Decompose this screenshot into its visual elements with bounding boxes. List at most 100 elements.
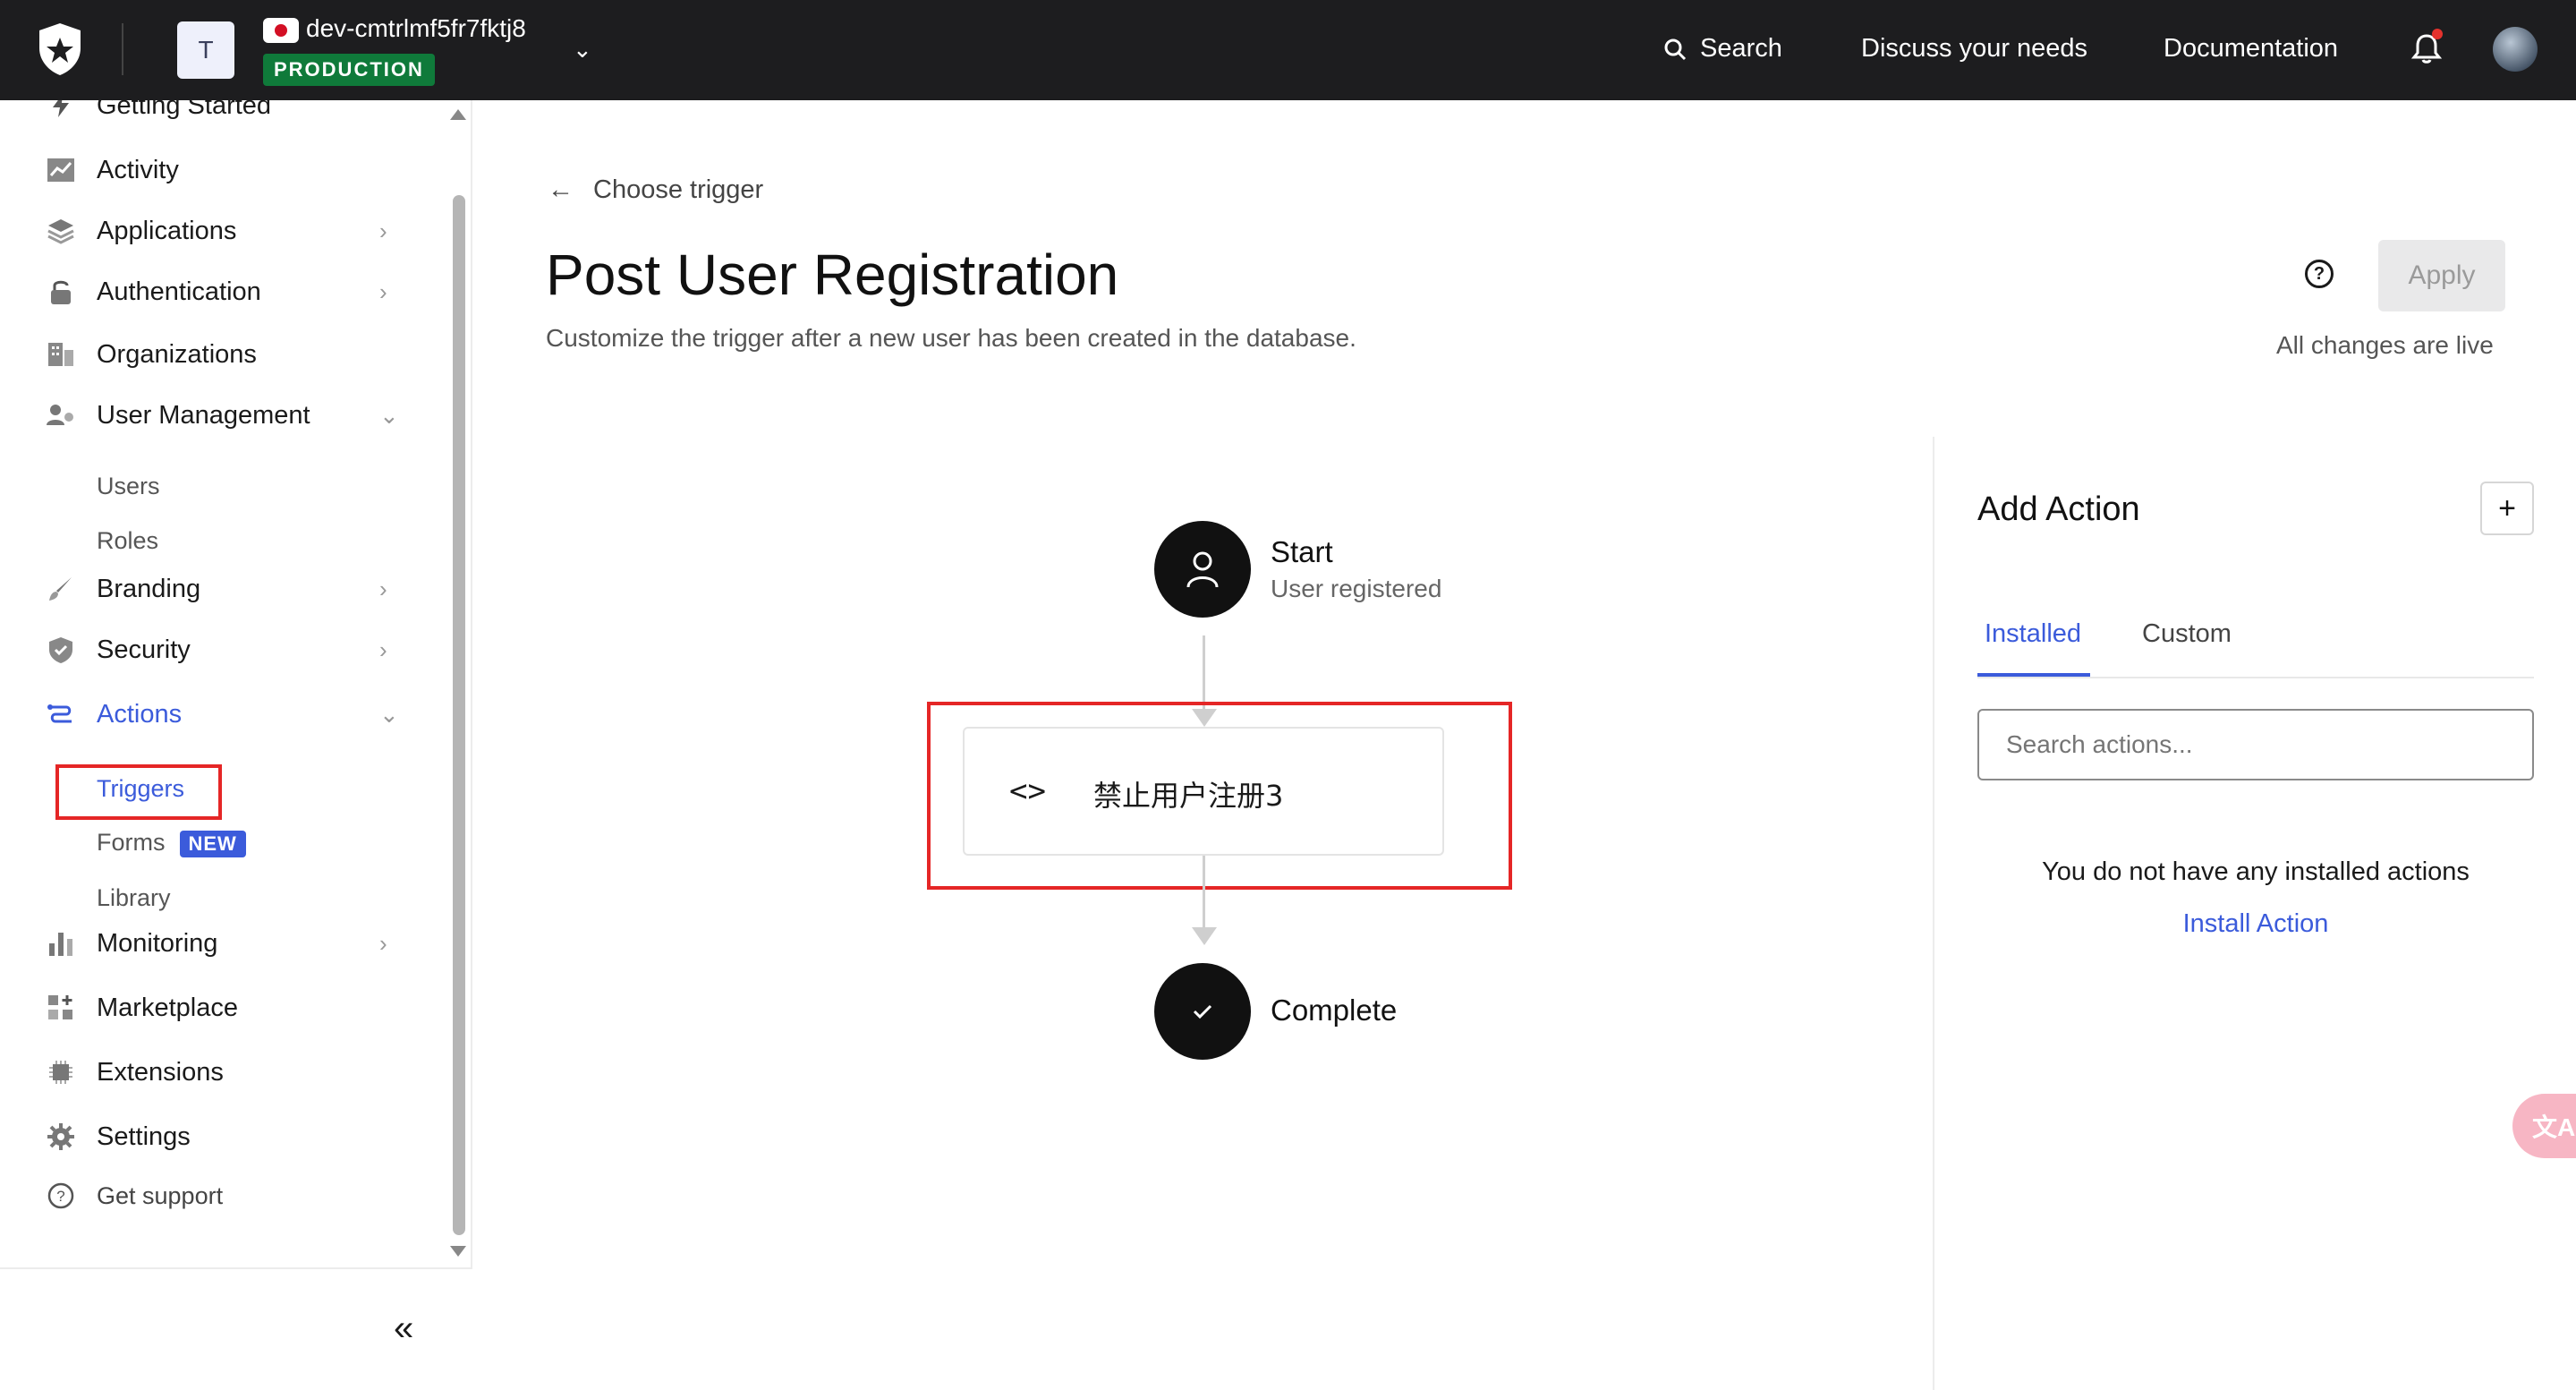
page-subtitle: Customize the trigger after a new user h… xyxy=(546,324,1356,352)
user-avatar[interactable] xyxy=(2493,27,2538,72)
shield-icon xyxy=(43,632,79,668)
translate-icon[interactable]: 文A xyxy=(2512,1094,2576,1158)
sidebar-item-monitoring[interactable]: Monitoring › xyxy=(0,917,447,970)
triggers-highlight-box xyxy=(55,764,222,820)
top-bar: T dev-cmtrlmf5fr7fktj8 PRODUCTION ⌄ Sear… xyxy=(0,0,2576,100)
documentation-link[interactable]: Documentation xyxy=(2164,34,2338,64)
search-icon xyxy=(1664,38,1687,60)
sidebar-item-branding[interactable]: Branding › xyxy=(0,562,447,616)
check-icon xyxy=(1193,1004,1212,1019)
sidebar-item-actions[interactable]: Actions ⌄ xyxy=(0,687,447,741)
discuss-needs-link[interactable]: Discuss your needs xyxy=(1861,34,2087,64)
start-node xyxy=(1154,521,1251,618)
sidebar-item-label: User Management xyxy=(97,400,310,430)
start-title: Start xyxy=(1271,535,1333,568)
action-highlight-box xyxy=(927,702,1512,890)
bolt-icon xyxy=(43,100,79,124)
help-icon: ? xyxy=(43,1178,79,1214)
install-action-link[interactable]: Install Action xyxy=(1977,909,2534,939)
search-label: Search xyxy=(1700,34,1782,63)
add-action-button[interactable]: + xyxy=(2480,482,2534,535)
tenant-flag-icon xyxy=(263,18,299,43)
auth0-logo-icon[interactable] xyxy=(36,21,84,77)
sidebar-subitem-roles[interactable]: Roles xyxy=(97,527,158,555)
complete-title: Complete xyxy=(1271,993,1398,1027)
back-to-choose-trigger-link[interactable]: ← Choose trigger xyxy=(548,175,763,205)
changes-status-text: All changes are live xyxy=(2276,331,2494,359)
user-icon xyxy=(1186,551,1219,588)
forms-label: Forms xyxy=(97,829,166,856)
sidebar-item-user-management[interactable]: User Management ⌄ xyxy=(0,388,447,442)
sidebar-item-label: Get support xyxy=(97,1181,224,1209)
sidebar-subitem-forms[interactable]: Forms NEW xyxy=(97,829,246,857)
tab-installed[interactable]: Installed xyxy=(1985,619,2081,649)
flow-arrow-icon xyxy=(1192,927,1217,945)
arrow-left-icon: ← xyxy=(548,175,574,204)
sidebar-item-extensions[interactable]: Extensions xyxy=(0,1045,447,1099)
sidebar-item-label: Extensions xyxy=(97,1057,224,1087)
chevron-right-icon: › xyxy=(379,277,387,305)
sidebar-item-organizations[interactable]: Organizations xyxy=(0,328,447,381)
tabs-divider xyxy=(1977,677,2534,678)
layers-icon xyxy=(43,213,79,249)
sidebar-item-activity[interactable]: Activity xyxy=(0,143,447,197)
brush-icon xyxy=(43,571,79,607)
sidebar-item-label: Settings xyxy=(97,1121,191,1151)
scrollbar-thumb[interactable] xyxy=(453,195,465,1235)
chevron-down-icon: ⌄ xyxy=(379,401,399,429)
sidebar-subitem-users[interactable]: Users xyxy=(97,473,160,500)
scroll-up-arrow-icon[interactable] xyxy=(450,109,466,120)
plus-icon: + xyxy=(2498,490,2516,525)
empty-state-text: You do not have any installed actions xyxy=(2042,857,2470,886)
sidebar-item-label: Organizations xyxy=(97,339,257,369)
grid-plus-icon xyxy=(43,990,79,1026)
complete-node xyxy=(1154,963,1251,1060)
apply-button[interactable]: Apply xyxy=(2378,240,2505,311)
start-subtitle: User registered xyxy=(1271,575,1442,602)
active-tab-indicator xyxy=(1977,673,2090,677)
svg-text:?: ? xyxy=(56,1188,64,1205)
search-button[interactable]: Search xyxy=(1662,34,1782,64)
sidebar-item-marketplace[interactable]: Marketplace xyxy=(0,981,447,1035)
tenant-avatar[interactable]: T xyxy=(177,21,234,79)
sidebar-item-applications[interactable]: Applications › xyxy=(0,204,447,258)
notification-dot xyxy=(2432,29,2443,39)
sidebar-subitem-library[interactable]: Library xyxy=(97,884,171,912)
chevron-right-icon: › xyxy=(379,575,387,602)
chevron-right-icon: › xyxy=(379,635,387,663)
sidebar-item-label: Authentication xyxy=(97,277,261,306)
chevron-right-icon: › xyxy=(379,929,387,957)
collapse-sidebar-icon[interactable]: « xyxy=(394,1309,413,1349)
activity-icon xyxy=(43,152,79,188)
chevron-down-icon: ⌄ xyxy=(379,700,399,728)
search-actions-input[interactable] xyxy=(1977,709,2534,780)
users-icon xyxy=(43,397,79,433)
scroll-down-arrow-icon[interactable] xyxy=(450,1246,466,1257)
sidebar-item-label: Activity xyxy=(97,155,179,184)
sidebar: Getting Started Activity Applications › … xyxy=(0,100,472,1390)
sidebar-item-label: Applications xyxy=(97,216,237,245)
lock-icon xyxy=(43,274,79,310)
help-circle-icon[interactable]: ? xyxy=(2305,260,2334,288)
sidebar-item-label: Monitoring xyxy=(97,928,218,958)
sidebar-item-label: Branding xyxy=(97,574,201,603)
bar-chart-icon xyxy=(43,925,79,961)
sidebar-item-label: Getting Started xyxy=(97,100,272,120)
building-icon xyxy=(43,337,79,372)
sidebar-item-authentication[interactable]: Authentication › xyxy=(0,265,447,319)
tenant-name[interactable]: dev-cmtrlmf5fr7fktj8 xyxy=(306,14,526,43)
sidebar-item-settings[interactable]: Settings xyxy=(0,1110,447,1164)
sidebar-item-security[interactable]: Security › xyxy=(0,623,447,677)
tab-custom[interactable]: Custom xyxy=(2142,619,2232,649)
topbar-divider xyxy=(122,23,123,75)
sidebar-item-getting-started[interactable]: Getting Started xyxy=(0,100,447,132)
new-badge: NEW xyxy=(179,830,246,857)
chip-icon xyxy=(43,1054,79,1090)
sidebar-item-label: Actions xyxy=(97,699,183,729)
page-title: Post User Registration xyxy=(546,243,1119,307)
actions-icon xyxy=(43,696,79,732)
sidebar-item-get-support[interactable]: ? Get support xyxy=(0,1169,447,1223)
back-link-label: Choose trigger xyxy=(593,175,764,204)
sidebar-item-label: Marketplace xyxy=(97,993,238,1022)
tenant-switcher-chevron-icon[interactable]: ⌄ xyxy=(573,36,592,64)
